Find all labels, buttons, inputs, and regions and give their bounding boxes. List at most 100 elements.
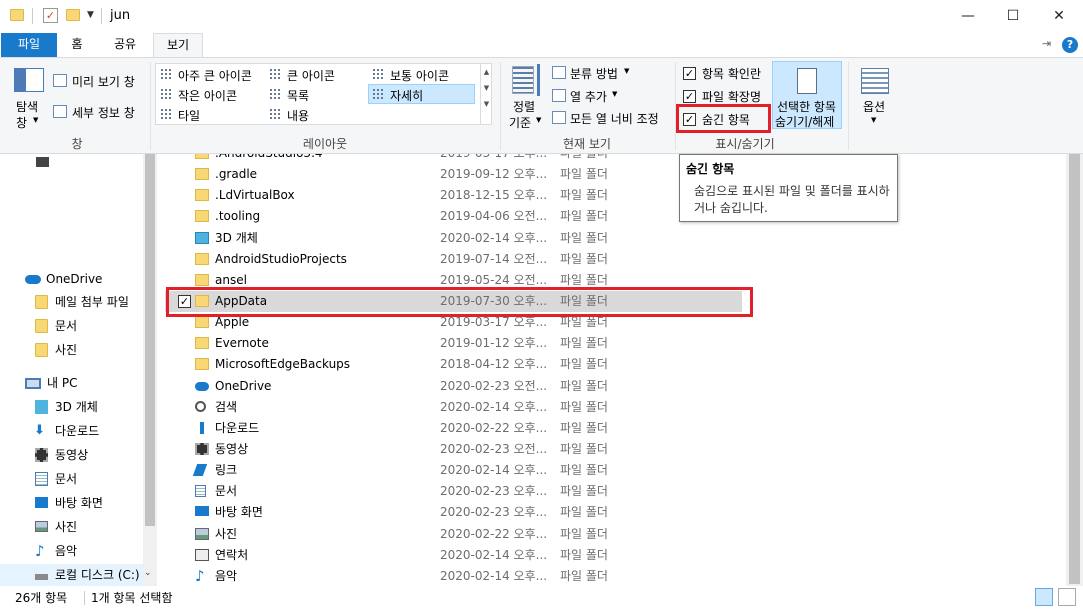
nav-item-this-pc[interactable]: 내 PC [0,372,143,394]
group-by-button[interactable]: 분류 방법 [570,65,618,82]
nav-item-partial[interactable] [0,154,143,172]
nav-item-onedrive-pictures[interactable]: 사진 [0,339,143,361]
nav-label: 문서 [55,472,78,486]
file-row[interactable]: ♪ 음악 2020-02-14 오후... 파일 폴더 [165,566,742,586]
file-row[interactable]: ✓ AppData 2019-07-30 오후... 파일 폴더 [165,290,742,312]
layout-tiles[interactable]: 타일 [178,107,200,124]
tab-view[interactable]: 보기 [153,33,203,58]
quick-access-dropdown-icon[interactable]: ▼ [87,10,94,20]
nav-item-onedrive-documents[interactable]: 문서 [0,315,143,337]
file-row[interactable]: OneDrive 2020-02-23 오전... 파일 폴더 [165,376,742,397]
details-pane-button[interactable]: 세부 정보 창 [72,104,135,121]
tab-home[interactable]: 홈 [57,33,97,57]
layout-large-icons[interactable]: 큰 아이콘 [287,67,335,84]
options-button[interactable]: 옵션 [863,98,885,115]
nav-item-desktop[interactable]: 바탕 화면 [0,492,143,514]
file-row[interactable]: 문서 2020-02-23 오후... 파일 폴더 [165,481,742,502]
pin-ribbon-icon[interactable]: ⇥ [1042,37,1051,50]
nav-item-local-disk[interactable]: 로컬 디스크 (C:) [0,564,143,586]
nav-item-pictures[interactable]: 사진 [0,516,143,538]
file-row[interactable]: 동영상 2020-02-23 오전... 파일 폴더 [165,439,742,460]
nav-item-videos[interactable]: 동영상 [0,444,143,466]
file-row[interactable]: 링크 2020-02-14 오후... 파일 폴더 [165,460,742,481]
file-row[interactable]: Apple 2019-03-17 오후... 파일 폴더 [165,312,742,333]
nav-pane-label[interactable]: 탐색 [16,98,38,115]
layout-small-icons[interactable]: 작은 아이콘 [178,87,237,104]
layout-list[interactable]: 목록 [287,87,309,104]
folder-icon [195,210,209,223]
layout-content[interactable]: 내용 [287,107,309,124]
file-row[interactable]: MicrosoftEdgeBackups 2018-04-12 오후... 파일 폴… [165,354,742,375]
file-row[interactable]: 사진 2020-02-22 오후... 파일 폴더 [165,524,742,545]
file-list-scroll-thumb[interactable] [1069,154,1080,584]
file-type: 파일 폴더 [560,568,608,583]
details-view-icon[interactable] [1035,588,1053,606]
layout-xl-icons[interactable]: 아주 큰 아이콘 [178,67,252,84]
scroll-down-icon[interactable]: ▼ [481,84,492,92]
divider [675,62,676,150]
file-row[interactable]: 3D 개체 2020-02-14 오후... 파일 폴더 [165,228,742,249]
large-icons-view-icon[interactable] [1058,588,1076,606]
properties-icon[interactable]: ✓ [43,8,58,23]
close-button[interactable]: ✕ [1036,0,1082,32]
file-date: 2019-07-14 오전... [440,251,548,266]
item-checkboxes-checkbox[interactable]: ✓ [683,67,696,80]
gallery-more-icon[interactable]: ▼ [481,100,492,108]
file-row[interactable]: 다운로드 2020-02-22 오후... 파일 폴더 [165,418,742,439]
layout-details[interactable]: 자세히 [390,87,423,104]
divider [150,62,151,150]
file-row[interactable]: .AndroidStudio3.4 2019-03-17 오후... 파일 폴더 [165,154,742,164]
hide-selected-button[interactable]: 선택한 항목 숨기기/해제 [772,61,842,129]
file-row[interactable]: .gradle 2019-09-12 오후... 파일 폴더 [165,164,742,185]
file-row[interactable]: 바탕 화면 2020-02-23 오후... 파일 폴더 [165,502,742,523]
sort-by-label-2[interactable]: 기준 [509,114,531,131]
scroll-down-icon[interactable]: ⌄ [144,568,152,578]
navigation-pane: OneDrive 메일 첨부 파일 문서 사진 내 PC 3D 개체 ⬇ 다운로… [0,154,157,586]
status-bar: 26개 항목 1개 항목 선택함 [0,586,1083,609]
nav-item-downloads[interactable]: ⬇ 다운로드 [0,420,143,442]
scroll-up-icon[interactable]: ▲ [481,68,492,76]
nav-item-mail-attachments[interactable]: 메일 첨부 파일 [0,291,143,313]
nav-item-onedrive[interactable]: OneDrive [0,268,143,290]
folder-icon [195,358,209,371]
tab-file[interactable]: 파일 [1,33,57,57]
file-type: 파일 폴더 [560,188,608,203]
music-icon: ♪ [195,566,205,585]
nav-item-music[interactable]: ♪ 음악 [0,540,143,562]
file-row[interactable]: 연락처 2020-02-14 오후... 파일 폴더 [165,545,742,566]
file-row[interactable]: AndroidStudioProjects 2019-07-14 오전... 파일 … [165,249,742,270]
tab-share[interactable]: 공유 [100,33,150,57]
nav-item-3d-objects[interactable]: 3D 개체 [0,396,143,418]
fit-columns-button[interactable]: 모든 열 너비 조정 [570,110,659,127]
link-icon [192,464,208,477]
details-pane-icon [53,105,67,118]
folder-icon [195,294,209,307]
file-row[interactable]: .LdVirtualBox 2018-12-15 오후... 파일 폴더 [165,185,742,206]
nav-scroll-thumb[interactable] [145,154,155,526]
file-name: 링크 [215,463,238,478]
layout-medium-icons[interactable]: 보통 아이콘 [390,67,449,84]
file-extensions-checkbox[interactable]: ✓ [683,90,696,103]
nav-pane-label-2[interactable]: 창 [16,114,27,131]
file-row[interactable]: 검색 2020-02-14 오후... 파일 폴더 [165,397,742,418]
file-type: 파일 폴더 [560,526,608,541]
file-type: 파일 폴더 [560,230,608,245]
sort-by-label[interactable]: 정렬 [513,98,535,115]
new-folder-icon[interactable] [66,9,80,21]
file-type: 파일 폴더 [560,293,608,308]
add-columns-button[interactable]: 열 추가 [570,88,607,105]
file-row[interactable]: Evernote 2019-01-12 오후... 파일 폴더 [165,333,742,354]
help-icon[interactable]: ? [1062,37,1078,53]
gallery-scroll[interactable]: ▲ ▼ ▼ [480,64,492,124]
nav-label: 메일 첨부 파일 [55,295,129,309]
row-checkbox[interactable]: ✓ [178,294,191,308]
download-icon [195,421,209,434]
file-row[interactable]: .tooling 2019-04-06 오전... 파일 폴더 [165,206,742,227]
preview-pane-button[interactable]: 미리 보기 창 [72,73,135,90]
xl-icons-icon [160,68,173,80]
minimize-button[interactable]: — [945,0,991,32]
hidden-items-checkbox[interactable]: ✓ [683,113,696,126]
nav-item-documents[interactable]: 문서 [0,468,143,490]
maximize-button[interactable]: ☐ [990,0,1036,32]
file-row[interactable]: ansel 2019-05-24 오전... 파일 폴더 [165,270,742,291]
